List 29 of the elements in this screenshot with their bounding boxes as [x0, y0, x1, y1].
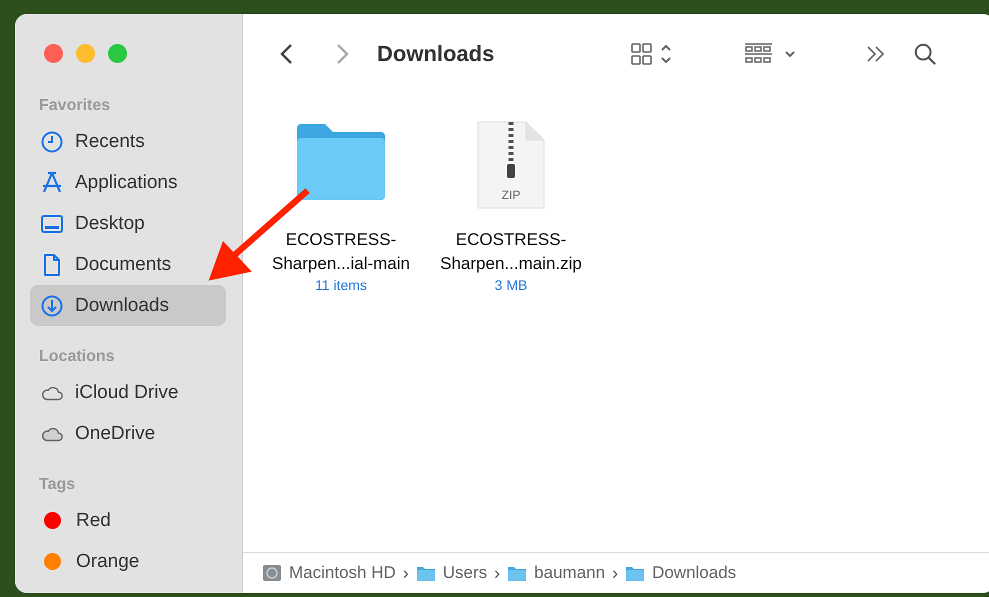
sidebar-item[interactable]: Downloads — [30, 285, 226, 326]
clock-icon — [40, 130, 64, 154]
sidebar-item[interactable]: OneDrive — [30, 413, 160, 454]
sidebar-item[interactable]: iCloud Drive — [30, 372, 182, 413]
path-item[interactable]: baumann — [507, 563, 606, 583]
file-name: ECOSTRESS- Sharpen...main.zip — [440, 229, 582, 275]
sidebar-item[interactable]: Applications — [30, 162, 182, 203]
sidebar-item[interactable]: Red — [30, 500, 115, 541]
sidebar-section-title: Locations — [38, 348, 116, 366]
sidebar-item[interactable]: Recents — [30, 121, 149, 162]
file-name: ECOSTRESS- Sharpen...ial-main — [272, 229, 410, 275]
file-info: 11 items — [315, 277, 367, 293]
zip-file-icon[interactable]: ZIP — [476, 120, 546, 210]
sidebar-item[interactable]: Desktop — [30, 203, 149, 244]
file-info: 3 MB — [494, 277, 528, 293]
download-icon — [40, 294, 64, 318]
path-item[interactable]: Macintosh HD — [262, 563, 396, 583]
path-separator: › — [402, 562, 409, 584]
path-item[interactable]: Users — [416, 563, 488, 583]
sidebar-section-title: Tags — [38, 476, 76, 494]
sidebar-section-title: Favorites — [38, 97, 112, 115]
sidebar-item[interactable]: Documents — [30, 244, 176, 285]
path-separator: › — [494, 562, 500, 584]
path-separator: › — [612, 562, 618, 584]
search-icon[interactable] — [912, 42, 938, 66]
sidebar-item[interactable]: Orange — [30, 541, 144, 582]
path-item[interactable]: Downloads — [625, 563, 736, 583]
apps-icon — [40, 170, 64, 194]
window-title: Downloads — [377, 41, 494, 67]
